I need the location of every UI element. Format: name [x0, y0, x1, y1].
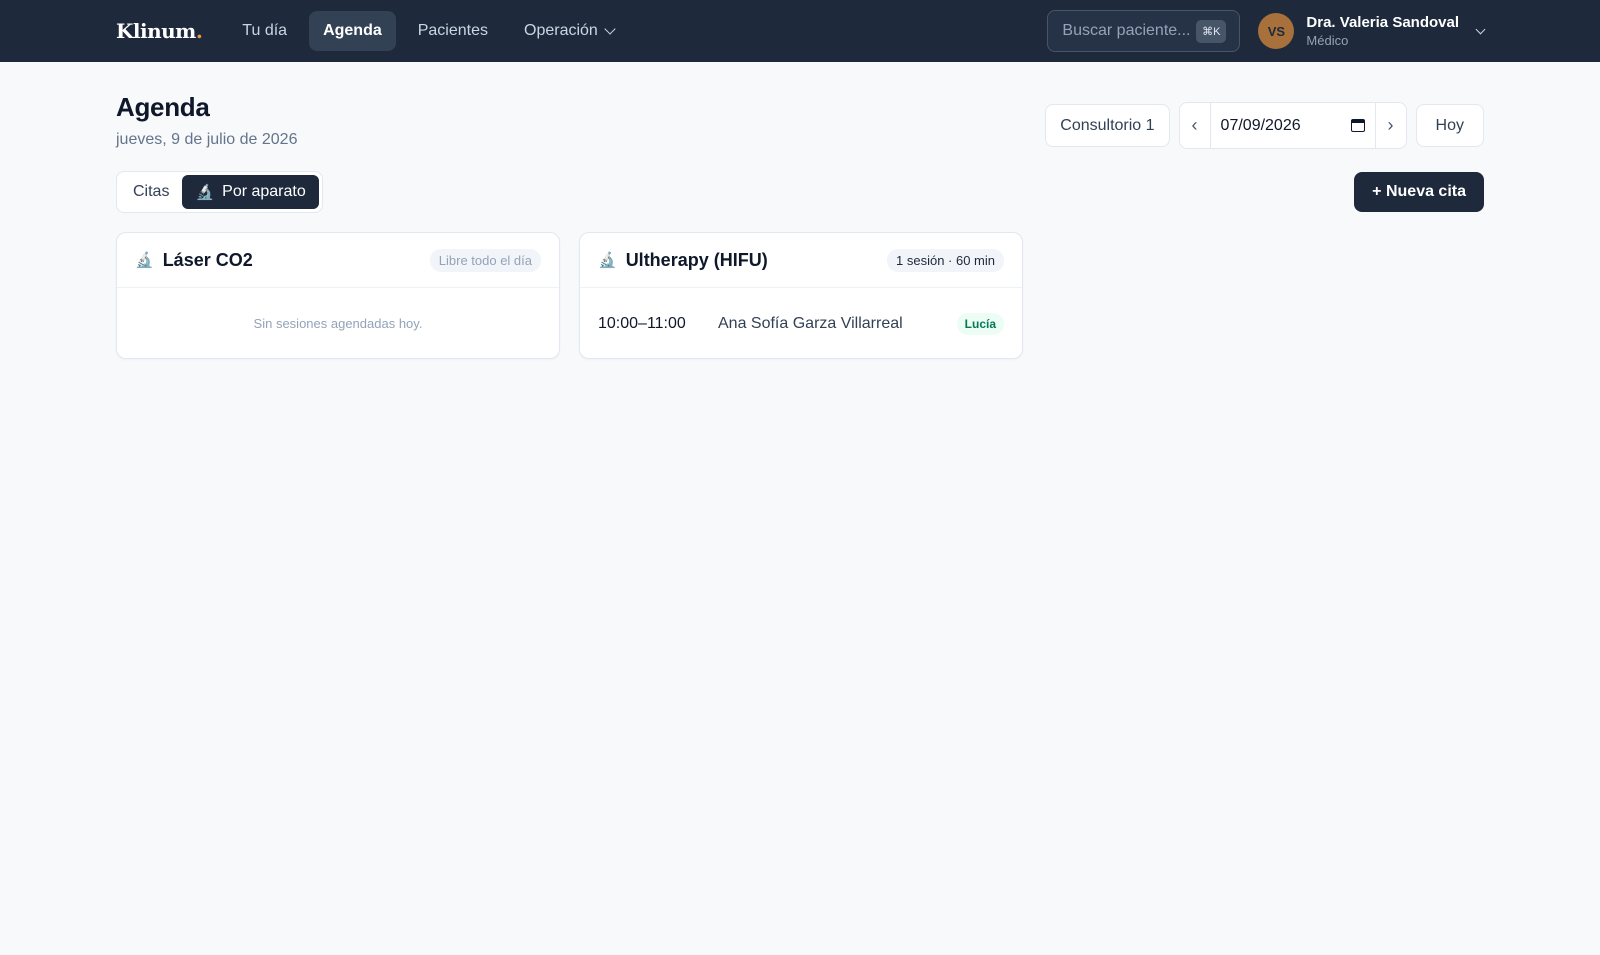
empty-state: Sin sesiones agendadas hoy. — [253, 316, 423, 331]
card-title: 🔬 Ultherapy (HIFU) — [598, 250, 768, 271]
logo-text: Klinum — [116, 19, 196, 43]
card-title: 🔬 Láser CO2 — [135, 250, 253, 271]
search-input[interactable] — [1062, 22, 1193, 40]
microscope-icon: 🔬 — [598, 252, 617, 269]
nav-links: Tu día Agenda Pacientes Operación — [228, 11, 628, 51]
nav-link-operacion[interactable]: Operación — [510, 11, 628, 51]
prev-day-button[interactable]: ‹ — [1180, 103, 1211, 148]
page-header: Agenda jueves, 9 de julio de 2026 Consul… — [0, 62, 1600, 170]
avatar[interactable]: VS — [1258, 13, 1295, 49]
card-header: 🔬 Ultherapy (HIFU) 1 sesión · 60 min — [580, 233, 1022, 288]
new-appointment-button[interactable]: + Nueva cita — [1354, 172, 1484, 212]
nav-link-agenda[interactable]: Agenda — [309, 11, 396, 51]
view-aparato-tab[interactable]: 🔬 Por aparato — [182, 175, 319, 209]
card-header: 🔬 Láser CO2 Libre todo el día — [117, 233, 559, 288]
view-citas-tab[interactable]: Citas — [120, 175, 182, 209]
staff-badge: Lucía — [956, 312, 1004, 335]
nav-right: ⌘K VS Dra. Valeria Sandoval Médico — [1047, 0, 1486, 62]
chevron-down-icon — [604, 23, 616, 35]
nav-link-pacientes[interactable]: Pacientes — [404, 11, 502, 51]
user-info[interactable]: Dra. Valeria Sandoval Médico — [1306, 14, 1459, 48]
search-shortcut-badge: ⌘K — [1196, 19, 1227, 43]
next-day-button[interactable]: › — [1374, 103, 1406, 148]
calendar-icon[interactable] — [1350, 119, 1365, 132]
view-aparato-label: Por aparato — [222, 183, 306, 200]
nav-link-operacion-label: Operación — [524, 22, 598, 39]
device-card-ultherapy: 🔬 Ultherapy (HIFU) 1 sesión · 60 min 10:… — [579, 232, 1023, 359]
device-name: Ultherapy (HIFU) — [625, 249, 768, 270]
device-name: Láser CO2 — [162, 249, 253, 270]
device-cards: 🔬 Láser CO2 Libre todo el día Sin sesion… — [0, 232, 1600, 359]
date-navigator: ‹ 07/09/2026 › — [1178, 102, 1407, 149]
today-button[interactable]: Hoy — [1415, 104, 1484, 147]
session-patient: Ana Sofía Garza Villarreal — [718, 314, 903, 332]
room-select[interactable]: Consultorio 1 — [1045, 104, 1170, 147]
microscope-icon: 🔬 — [195, 184, 215, 201]
date-value: 07/09/2026 — [1220, 116, 1301, 134]
session-time: 10:00–11:00 — [598, 314, 686, 332]
top-navbar: Klinum. Tu día Agenda Pacientes Operació… — [0, 0, 1600, 62]
status-badge: Libre todo el día — [429, 248, 541, 272]
app-logo[interactable]: Klinum. — [116, 19, 203, 43]
search-box[interactable]: ⌘K — [1047, 10, 1241, 52]
toolbar: Citas 🔬 Por aparato + Nueva cita — [0, 171, 1600, 213]
date-input[interactable]: 07/09/2026 — [1211, 103, 1375, 148]
session-row[interactable]: 10:00–11:00 Ana Sofía Garza Villarreal L… — [580, 288, 1022, 359]
header-controls: Consultorio 1 ‹ 07/09/2026 › Hoy — [1045, 102, 1484, 149]
view-toggle: Citas 🔬 Por aparato — [116, 171, 323, 213]
device-card-laser-co2: 🔬 Láser CO2 Libre todo el día Sin sesion… — [116, 232, 560, 359]
nav-link-tu-dia[interactable]: Tu día — [228, 11, 301, 51]
user-menu-chevron-icon[interactable] — [1475, 24, 1486, 35]
status-badge: 1 sesión · 60 min — [887, 248, 1004, 272]
user-role: Médico — [1306, 33, 1349, 48]
logo-dot: . — [195, 19, 203, 43]
user-name: Dra. Valeria Sandoval — [1306, 14, 1459, 31]
microscope-icon: 🔬 — [135, 252, 154, 269]
